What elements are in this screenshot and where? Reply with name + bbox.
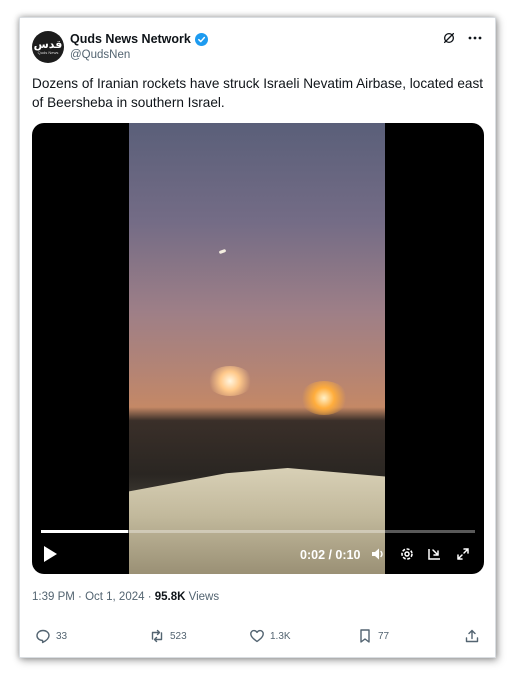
tweet-time[interactable]: 1:39 PM <box>32 591 75 603</box>
share-button[interactable] <box>464 628 480 644</box>
author-name-row: Quds News Network <box>70 32 208 46</box>
tweet-header-actions <box>441 30 483 46</box>
author-display-name[interactable]: Quds News Network <box>70 32 191 46</box>
video-progress-bar[interactable] <box>41 530 475 533</box>
video-controls: 0:02 / 0:10 <box>32 541 484 569</box>
meta-separator: · <box>144 591 155 603</box>
repost-button[interactable]: 523 <box>149 628 187 644</box>
tweet-text: Dozens of Iranian rockets have struck Is… <box>32 76 484 110</box>
bookmark-count: 77 <box>378 630 390 642</box>
reply-button[interactable]: 33 <box>35 628 67 644</box>
avatar[interactable]: قدس Quds News <box>32 31 64 63</box>
bookmark-icon <box>357 628 373 644</box>
video-progress-fill <box>41 530 128 533</box>
play-icon[interactable] <box>42 545 58 563</box>
explosion-glow-left <box>207 366 253 396</box>
reply-count: 33 <box>56 630 68 642</box>
tweet-meta: 1:39 PM · Oct 1, 2024 · 95.8K Views <box>32 591 219 603</box>
video-time: 0:02 / 0:10 <box>300 548 361 562</box>
avatar-logo-subtext: Quds News <box>37 50 59 55</box>
bookmark-button[interactable]: 77 <box>357 628 389 644</box>
tweet-actions: 33 523 1.3K 77 <box>32 628 487 648</box>
volume-icon[interactable] <box>370 546 386 562</box>
meta-separator: · <box>74 591 86 603</box>
repost-count: 523 <box>170 630 187 642</box>
views-label: Views <box>185 591 220 603</box>
settings-icon[interactable] <box>399 546 415 562</box>
verified-badge-icon <box>194 32 208 46</box>
tweet-card: قدس Quds News Quds News Network @QudsNen… <box>19 17 496 658</box>
share-icon <box>464 628 480 644</box>
like-button[interactable]: 1.3K <box>249 628 291 644</box>
explosion-glow-right <box>300 381 348 415</box>
views-count: 95.8K <box>154 591 186 603</box>
like-count: 1.3K <box>270 630 291 642</box>
tweet-date[interactable]: Oct 1, 2024 <box>85 591 144 603</box>
heart-icon <box>249 628 265 644</box>
author-handle[interactable]: @QudsNen <box>70 49 130 61</box>
pip-icon[interactable] <box>427 546 443 562</box>
reply-icon <box>35 628 51 644</box>
grok-icon[interactable] <box>441 30 457 46</box>
repost-icon <box>149 628 165 644</box>
avatar-logo-text: قدس <box>33 38 63 51</box>
more-icon[interactable] <box>467 30 483 46</box>
fullscreen-icon[interactable] <box>455 546 471 562</box>
video-player[interactable]: 0:02 / 0:10 <box>32 123 484 574</box>
